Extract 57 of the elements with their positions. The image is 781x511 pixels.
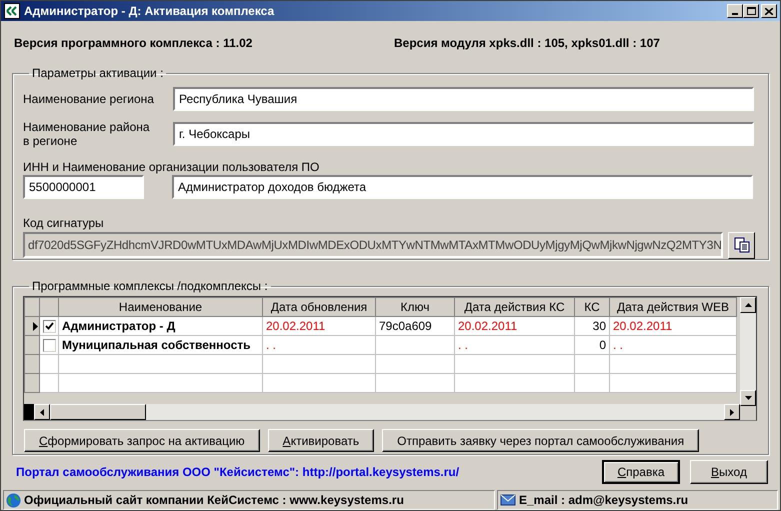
table-cell: 20.02.2011 — [610, 316, 736, 336]
group-title: Параметры активации : — [31, 65, 164, 82]
column-header[interactable]: Ключ — [376, 298, 454, 316]
column-header[interactable]: КС — [574, 298, 610, 316]
column-header[interactable]: Наименование — [58, 298, 262, 316]
table-cell: 79c0a609 — [376, 316, 454, 336]
input-field[interactable]: г. Чебоксары — [173, 122, 754, 146]
globe-icon — [6, 492, 21, 508]
scroll-left-icon[interactable] — [34, 404, 50, 420]
status-text[interactable]: Официальный сайт компании КейСистемс : www.keysystems.ru — [24, 491, 404, 509]
version-text: Версия программного комплекса : 11.02 — [14, 34, 254, 52]
mail-icon — [500, 493, 516, 507]
scroll-down-icon[interactable] — [740, 390, 756, 406]
group-title: Программные комплексы /подкомплексы : — [31, 278, 269, 295]
version-text: Версия модуля xpks.dll : 105, xpks01.dll : 107 — [394, 34, 660, 52]
portal-link[interactable]: Портал самообслуживания ООО "Кейсистемс": http://portal.keysystems.ru/ — [16, 463, 602, 481]
table-cell: . . — [610, 336, 736, 354]
signature-field[interactable]: df7020d5SGFyZHdhcmVJRD0wMTUxMDAwMjUxMDIwMDExODUxMTYwNTMwMTAxMTMwODUyMjgyMjQwMjkwNjgwNzQ2MTY3N — [23, 232, 723, 258]
table-cell: 0 — [574, 336, 610, 354]
scroll-right-icon[interactable] — [724, 404, 740, 420]
input-field[interactable]: 5500000001 — [23, 175, 144, 199]
checkbox[interactable] — [43, 338, 56, 352]
close-icon — [765, 8, 773, 14]
close-button[interactable] — [761, 4, 777, 18]
column-header[interactable]: Дата действия КС — [454, 298, 574, 316]
status-text[interactable]: E_mail : adm@keysystems.ru — [519, 491, 688, 509]
column-header[interactable]: Дата обновления — [262, 298, 376, 316]
field-label: Наименование района в регионе — [23, 120, 151, 148]
dialog-button[interactable]: Справка — [602, 460, 680, 484]
column-header[interactable]: Дата действия WEB — [610, 298, 736, 316]
action-button[interactable]: Активировать — [268, 429, 374, 452]
field-label: Наименование региона — [23, 91, 155, 108]
table-cell: . . — [454, 336, 574, 354]
copy-button[interactable] — [728, 232, 755, 258]
action-button[interactable]: Отправить заявку через портал самообслуживания — [382, 429, 700, 452]
checkbox[interactable] — [43, 320, 56, 332]
row-pointer-icon — [33, 322, 38, 330]
input-field[interactable]: Администратор доходов бюджета — [172, 175, 753, 199]
action-button[interactable]: Сформировать запрос на активацию — [24, 429, 260, 452]
input-field[interactable]: Республика Чувашия — [173, 87, 754, 111]
dialog-button[interactable]: Выход — [690, 460, 768, 484]
vertical-scrollbar[interactable] — [740, 297, 756, 406]
table-cell: Муниципальная собственность — [58, 336, 262, 354]
table-cell: 20.02.2011 — [262, 316, 376, 336]
copy-icon — [734, 237, 750, 253]
grid-corner — [24, 404, 34, 420]
app-icon — [4, 3, 20, 19]
window-title: Администратор - Д: Активация комплекса — [24, 3, 276, 20]
minimize-button[interactable] — [727, 4, 743, 18]
table-cell: 20.02.2011 — [454, 316, 574, 336]
table-cell: . . — [262, 336, 376, 354]
maximize-button[interactable] — [743, 4, 759, 18]
field-label: ИНН и Наименование организации пользователя ПО — [23, 159, 320, 174]
table-cell: 30 — [574, 316, 610, 336]
scroll-up-icon[interactable] — [740, 297, 756, 313]
table-cell: Администратор - Д — [58, 316, 262, 336]
field-label: Код сигнатуры — [23, 215, 105, 230]
